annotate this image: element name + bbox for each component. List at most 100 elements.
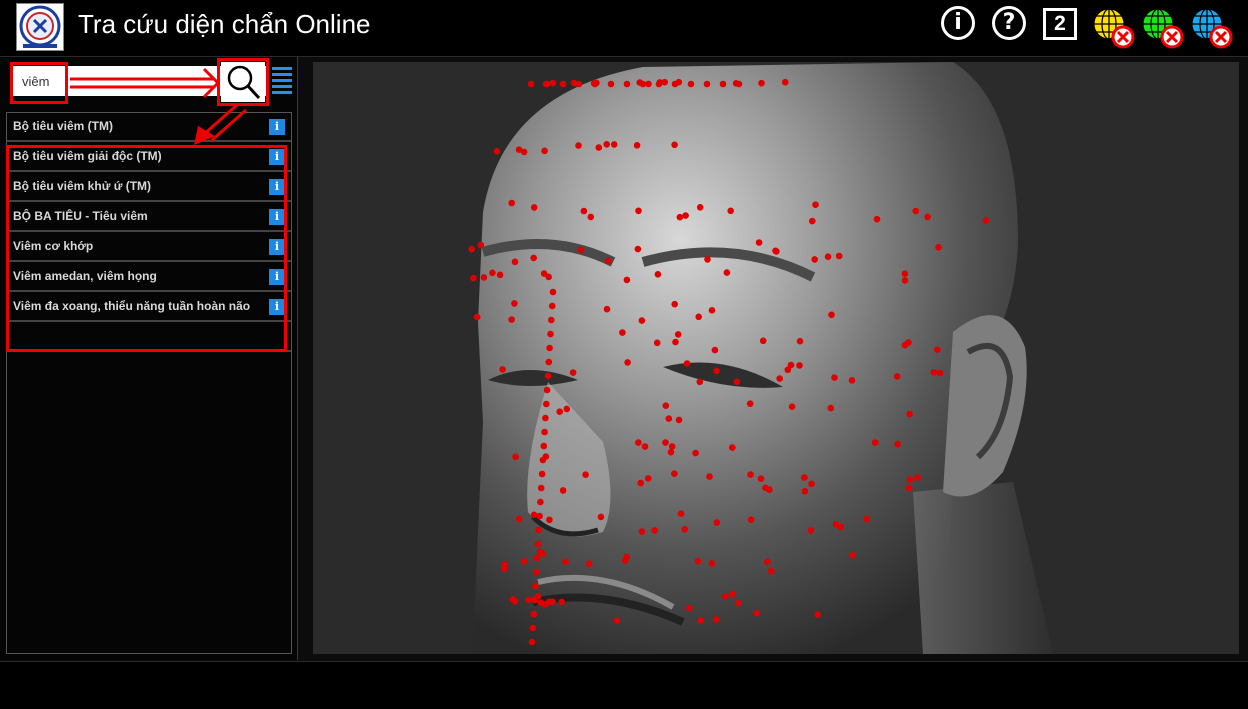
acupoint-dot[interactable] [527, 80, 535, 88]
acupoint-dot[interactable] [539, 456, 547, 464]
acupoint-dot[interactable] [675, 416, 683, 424]
acupoint-dot[interactable] [558, 598, 565, 606]
acupoint-dot[interactable] [924, 213, 931, 221]
acupoint-dot[interactable] [708, 307, 716, 314]
acupoint-dot[interactable] [562, 558, 569, 565]
acupoint-dot[interactable] [809, 217, 816, 225]
acupoint-dot[interactable] [734, 599, 742, 607]
acupoint-dot[interactable] [537, 498, 544, 506]
acupoint-dot[interactable] [563, 405, 571, 413]
acupoint-dot[interactable] [546, 516, 553, 524]
acupoint-dot[interactable] [644, 475, 652, 482]
acupoint-dot[interactable] [549, 79, 557, 87]
acupoint-dot[interactable] [535, 526, 542, 534]
acupoint-dot[interactable] [520, 558, 528, 565]
acupoint-dot[interactable] [655, 80, 663, 88]
acupoint-dot[interactable] [814, 611, 821, 618]
acupoint-dot[interactable] [694, 557, 702, 565]
acupoint-dot[interactable] [525, 596, 532, 603]
result-item[interactable]: Viêm amedan, viêm họng i [7, 263, 291, 292]
acupoint-dot[interactable] [722, 593, 729, 600]
acupoint-dot[interactable] [508, 316, 515, 323]
acupoint-dot[interactable] [755, 239, 763, 246]
acupoint-dot[interactable] [788, 403, 796, 411]
acupoint-dot[interactable] [591, 80, 599, 88]
acupoint-dot[interactable] [654, 271, 662, 278]
acupoint-dot[interactable] [695, 313, 702, 321]
acupoint-dot[interactable] [708, 560, 716, 567]
acupoint-dot[interactable] [676, 213, 684, 221]
acupoint-dot[interactable] [747, 471, 754, 478]
acupoint-dot[interactable] [499, 366, 506, 373]
acupoint-dot[interactable] [930, 369, 938, 376]
acupoint-dot[interactable] [901, 270, 909, 277]
face-model[interactable] [313, 62, 1239, 654]
acupoint-dot[interactable] [623, 80, 631, 88]
acupoint-dot[interactable] [531, 596, 538, 604]
acupoint-dot[interactable] [530, 254, 537, 262]
acupoint-dot[interactable] [848, 377, 856, 384]
acupoint-dot[interactable] [470, 274, 477, 282]
info-button[interactable]: i [269, 239, 285, 255]
acupoint-dot[interactable] [683, 360, 691, 367]
acupoint-dot[interactable] [548, 302, 556, 310]
acupoint-dot[interactable] [671, 80, 679, 88]
acupoint-dot[interactable] [528, 638, 536, 646]
acupoint-dot[interactable] [595, 144, 603, 151]
acupoint-dot[interactable] [729, 590, 736, 598]
acupoint-dot[interactable] [633, 142, 641, 149]
acupoint-dot[interactable] [500, 565, 508, 573]
acupoint-dot[interactable] [624, 359, 631, 366]
acupoint-dot[interactable] [638, 317, 646, 324]
help-icon[interactable]: ? [992, 6, 1026, 40]
acupoint-dot[interactable] [901, 277, 909, 284]
acupoint-dot[interactable] [811, 256, 818, 263]
acupoint-dot[interactable] [808, 480, 815, 488]
acupoint-dot[interactable] [682, 212, 689, 219]
acupoint-dot[interactable] [603, 305, 611, 313]
acupoint-dot[interactable] [515, 146, 523, 153]
acupoint-dot[interactable] [539, 550, 547, 558]
result-item[interactable]: BỘ BA TIÊU - Tiêu viêm i [7, 203, 291, 232]
acupoint-dot[interactable] [548, 316, 555, 324]
acupoint-dot[interactable] [540, 442, 548, 450]
acupoint-dot[interactable] [773, 248, 780, 255]
acupoint-dot[interactable] [812, 201, 819, 208]
acupoint-dot[interactable] [603, 141, 610, 148]
acupoint-dot[interactable] [667, 448, 675, 456]
acupoint-dot[interactable] [827, 404, 835, 412]
acupoint-dot[interactable] [541, 147, 548, 155]
acupoint-dot[interactable] [515, 515, 523, 523]
acupoint-dot[interactable] [542, 414, 549, 422]
acupoint-dot[interactable] [662, 439, 669, 446]
acupoint-dot[interactable] [671, 470, 678, 478]
acupoint-dot[interactable] [873, 215, 881, 223]
acupoint-dot[interactable] [575, 80, 583, 88]
acupoint-dot[interactable] [906, 410, 913, 418]
acupoint-dot[interactable] [692, 449, 699, 457]
acupoint-dot[interactable] [671, 141, 678, 149]
acupoint-dot[interactable] [712, 616, 720, 623]
acupoint-dot[interactable] [835, 252, 843, 260]
result-item[interactable]: Viêm đa xoang, thiểu năng tuần hoàn não … [7, 293, 291, 322]
acupoint-dot[interactable] [758, 79, 765, 87]
acupoint-dot[interactable] [530, 204, 538, 211]
acupoint-dot[interactable] [613, 617, 621, 624]
acupoint-dot[interactable] [556, 408, 563, 416]
acupoint-dot[interactable] [727, 207, 734, 215]
acupoint-dot[interactable] [801, 487, 809, 495]
acupoint-dot[interactable] [585, 560, 593, 567]
acupoint-dot[interactable] [668, 443, 676, 450]
acupoint-dot[interactable] [587, 213, 595, 221]
acupoint-dot[interactable] [575, 142, 582, 149]
acupoint-dot[interactable] [468, 245, 475, 253]
acupoint-dot[interactable] [704, 256, 711, 263]
acupoint-dot[interactable] [582, 471, 589, 479]
acupoint-dot[interactable] [653, 339, 661, 347]
acupoint-dot[interactable] [665, 415, 673, 422]
acupoint-dot[interactable] [936, 369, 944, 377]
acupoint-dot[interactable] [662, 402, 670, 410]
acupoint-dot[interactable] [597, 513, 605, 521]
result-item-empty[interactable] [7, 323, 291, 352]
acupoint-dot[interactable] [762, 484, 769, 492]
